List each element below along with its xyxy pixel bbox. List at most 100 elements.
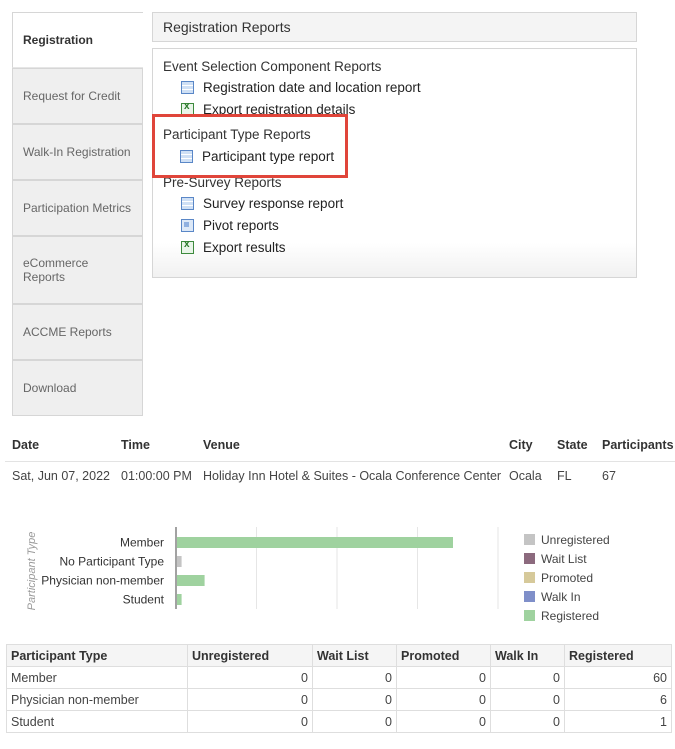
legend-swatch [524, 553, 535, 564]
report-link-label: Registration date and location report [203, 80, 421, 95]
bar-registered [177, 594, 182, 605]
section-title-participant-type: Participant Type Reports [163, 127, 311, 142]
reports-panel-header: Registration Reports [152, 12, 637, 42]
cell-registered: 60 [564, 666, 672, 689]
cell-unregistered: 0 [187, 710, 313, 733]
cell-promoted: 0 [396, 666, 491, 689]
cell-participant-type: Student [6, 710, 188, 733]
legend-swatch [524, 572, 535, 583]
report-icon [181, 81, 194, 94]
legend-item: Registered [524, 606, 610, 625]
col-header: Participant Type [6, 644, 188, 667]
event-time: 01:00:00 PM [121, 469, 192, 483]
report-link-label: Export results [203, 240, 286, 255]
col-header-venue: Venue [203, 438, 240, 452]
col-header: Wait List [312, 644, 397, 667]
cell-walk-in: 0 [490, 688, 565, 711]
bar-registered [177, 537, 453, 548]
tab-label: Participation Metrics [23, 201, 132, 215]
report-icon [180, 150, 193, 163]
event-participants: 67 [602, 469, 616, 483]
legend-label: Registered [541, 608, 600, 623]
col-header-city: City [509, 438, 533, 452]
report-link-label: Participant type report [202, 149, 335, 164]
report-link-survey-response[interactable]: Survey response report [181, 196, 343, 211]
cell-promoted: 0 [396, 710, 491, 733]
cell-registered: 1 [564, 710, 672, 733]
report-link-pivot-reports[interactable]: Pivot reports [181, 218, 279, 233]
tab-request-for-credit[interactable]: Request for Credit [12, 68, 143, 124]
report-icon [181, 197, 194, 210]
tab-participation-metrics[interactable]: Participation Metrics [12, 180, 143, 236]
tab-label: Download [23, 381, 77, 395]
legend-item: Wait List [524, 549, 610, 568]
col-header: Promoted [396, 644, 491, 667]
event-venue: Holiday Inn Hotel & Suites - Ocala Confe… [203, 469, 502, 483]
legend-item: Promoted [524, 568, 610, 587]
cell-wait-list: 0 [312, 688, 397, 711]
bar-registered [177, 575, 205, 586]
cell-promoted: 0 [396, 688, 491, 711]
chart-legend: Unregistered Wait List Promoted Walk In Regi… [524, 530, 610, 625]
col-header-date: Date [12, 438, 40, 452]
cell-wait-list: 0 [312, 666, 397, 689]
cell-walk-in: 0 [490, 666, 565, 689]
highlight-participant-type-reports: Participant Type Reports Participant typ… [152, 114, 348, 178]
legend-item: Unregistered [524, 530, 610, 549]
report-link-registration-date-location[interactable]: Registration date and location report [181, 80, 421, 95]
cell-registered: 6 [564, 688, 672, 711]
excel-icon [181, 239, 194, 254]
cell-walk-in: 0 [490, 710, 565, 733]
legend-swatch [524, 610, 535, 621]
report-link-participant-type-report[interactable]: Participant type report [180, 149, 334, 164]
bar-unregistered [177, 556, 182, 567]
report-tabs: Registration Request for Credit Walk-In … [12, 12, 143, 416]
col-header-participants: Participants [602, 438, 674, 452]
report-link-label: Survey response report [203, 196, 344, 211]
cell-unregistered: 0 [187, 688, 313, 711]
legend-item: Walk In [524, 587, 610, 606]
tab-walk-in-registration[interactable]: Walk-In Registration [12, 124, 143, 180]
cell-participant-type: Member [6, 666, 188, 689]
table-row: Member 0 0 0 0 60 [6, 666, 672, 689]
pivot-report-icon [181, 219, 194, 232]
table-row: Physician non-member 0 0 0 0 6 [6, 688, 672, 711]
event-date: Sat, Jun 07, 2022 [12, 469, 110, 483]
tab-label: eCommerce Reports [23, 256, 89, 284]
tab-label: Registration [23, 33, 94, 47]
legend-label: Unregistered [541, 532, 610, 547]
category-tick-label: Physician non-member [41, 574, 164, 588]
tab-label: ACCME Reports [23, 325, 112, 339]
category-tick-label: No Participant Type [59, 555, 164, 569]
tab-label: Walk-In Registration [23, 145, 131, 159]
tab-ecommerce-reports[interactable]: eCommerce Reports [12, 236, 143, 304]
col-header-state: State [557, 438, 588, 452]
tab-accme-reports[interactable]: ACCME Reports [12, 304, 143, 360]
tab-registration[interactable]: Registration [12, 12, 143, 68]
cell-wait-list: 0 [312, 710, 397, 733]
col-header-time: Time [121, 438, 150, 452]
report-link-label: Pivot reports [203, 218, 279, 233]
tab-download[interactable]: Download [12, 360, 143, 416]
legend-swatch [524, 591, 535, 602]
legend-swatch [524, 534, 535, 545]
section-title-event-selection: Event Selection Component Reports [163, 59, 382, 74]
col-header: Walk In [490, 644, 565, 667]
report-link-export-results[interactable]: Export results [181, 239, 286, 255]
event-state: FL [557, 469, 572, 483]
table-header-row: Participant Type Unregistered Wait List … [6, 644, 672, 667]
legend-label: Walk In [541, 589, 581, 604]
table-row: Student 0 0 0 0 1 [6, 710, 672, 733]
category-tick-label: Member [120, 536, 164, 550]
category-tick-label: Student [123, 593, 165, 607]
participant-type-table: Participant Type Unregistered Wait List … [6, 644, 672, 733]
legend-label: Promoted [541, 570, 594, 585]
cell-unregistered: 0 [187, 666, 313, 689]
tab-label: Request for Credit [23, 89, 121, 103]
legend-label: Wait List [541, 551, 587, 566]
cell-participant-type: Physician non-member [6, 688, 188, 711]
participant-type-chart: Member No Participant Type Physician non-m… [41, 527, 499, 609]
col-header: Unregistered [187, 644, 313, 667]
event-city: Ocala [509, 469, 542, 483]
divider [5, 461, 675, 462]
